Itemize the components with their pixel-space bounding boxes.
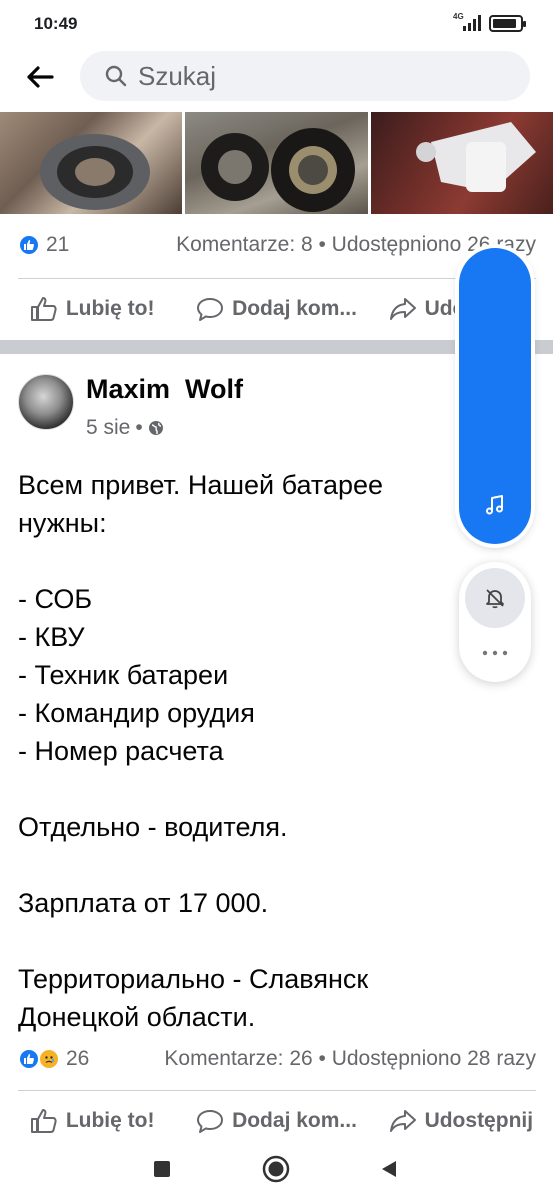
reactions-count: 21	[46, 233, 70, 256]
reactions-count: 26	[66, 1047, 90, 1070]
avatar[interactable]	[18, 374, 74, 430]
post-text-line	[18, 922, 448, 960]
share-button[interactable]: Udostępnij	[369, 1108, 553, 1134]
search-icon	[105, 65, 127, 87]
post-photo[interactable]	[185, 112, 368, 214]
post-photo[interactable]	[0, 112, 183, 214]
post-date[interactable]: 5 sie	[86, 416, 130, 440]
comment-label: Dodaj kom...	[232, 297, 357, 320]
author-name[interactable]: Maxim Wolf	[86, 374, 243, 405]
post-text-line: Зарплата от 17 000.	[18, 888, 269, 918]
status-bar: 10:49 4G	[0, 0, 553, 46]
post-text-line: Отдельно - водителя.	[18, 812, 288, 842]
home-circle-icon	[262, 1155, 290, 1183]
globe-icon	[148, 421, 163, 435]
square-icon	[154, 1161, 170, 1177]
post-header: Maxim Wolf 5 sie •	[18, 372, 438, 442]
post-text-line: нужны:	[18, 508, 107, 538]
network-label: 4G	[453, 12, 464, 21]
post-meta: 5 sie •	[86, 416, 164, 440]
header	[0, 46, 553, 110]
battery-icon	[489, 14, 526, 32]
like-button[interactable]: Lubię to!	[0, 1108, 184, 1134]
music-note-icon	[486, 495, 503, 515]
post-text-line: - Командир орудия	[18, 698, 255, 728]
status-icons: 4G	[451, 12, 526, 32]
comment-label: Dodaj kom...	[232, 1109, 357, 1132]
post-text-line: Территориально - Славянск	[18, 964, 369, 994]
status-time: 10:49	[34, 14, 78, 33]
reactions-summary[interactable]: 21 Komentarze: 8 • Udostępniono 26 razy	[18, 228, 536, 262]
search-bar[interactable]	[80, 51, 530, 101]
post-text-line	[18, 846, 448, 884]
comment-button[interactable]: Dodaj kom...	[184, 296, 368, 322]
photo-strip	[0, 112, 553, 214]
signal-icon: 4G	[451, 12, 481, 32]
post-photo[interactable]	[370, 112, 553, 214]
bell-off-icon	[486, 589, 504, 609]
floating-music-widget[interactable]	[459, 248, 531, 544]
divider	[18, 1090, 536, 1091]
reactions-count-group[interactable]: 21	[18, 233, 69, 257]
meta-dot: •	[135, 416, 143, 439]
post-text-line: - Техник батареи	[18, 660, 229, 690]
post-text-line: - Номер расчета	[18, 736, 224, 766]
share-icon	[389, 1110, 416, 1132]
sad-reaction-icon	[38, 1048, 60, 1070]
post-text-line: Всем привет. Нашей батарее	[18, 470, 384, 500]
floating-controls	[459, 562, 531, 682]
post-stats[interactable]: Komentarze: 26 • Udostępniono 28 razy	[164, 1047, 536, 1071]
post-text-line	[18, 770, 448, 808]
post-text-line	[18, 542, 448, 580]
comment-button[interactable]: Dodaj kom...	[184, 1108, 368, 1134]
more-options-button[interactable]	[473, 638, 517, 668]
like-reaction-icon	[18, 234, 40, 256]
reactions-summary[interactable]: 26 Komentarze: 26 • Udostępniono 28 razy	[18, 1042, 536, 1076]
like-reaction-icon	[18, 1048, 40, 1070]
thumbs-up-icon	[30, 1109, 57, 1133]
back-arrow-icon	[27, 66, 54, 88]
post-text-line: Донецкой области.	[18, 1002, 256, 1032]
home-button[interactable]	[261, 1154, 291, 1184]
triangle-back-icon	[382, 1161, 396, 1177]
share-label: Udostępnij	[424, 1109, 534, 1132]
mute-notifications-button[interactable]	[465, 568, 525, 628]
back-nav-button[interactable]	[374, 1154, 404, 1184]
back-button[interactable]	[20, 60, 60, 94]
reactions-count-group[interactable]: 26	[18, 1047, 89, 1071]
system-nav-bar	[0, 1134, 553, 1200]
comment-icon	[197, 298, 224, 321]
like-button[interactable]: Lubię to!	[0, 296, 184, 322]
share-icon	[389, 298, 416, 320]
like-label: Lubię to!	[65, 1109, 155, 1132]
post-text-line: - СОБ	[18, 584, 93, 614]
post-text-line: - КВУ	[18, 622, 85, 652]
battery-fill	[493, 18, 517, 28]
search-input[interactable]	[138, 60, 498, 92]
comment-icon	[197, 1110, 224, 1133]
recents-button[interactable]	[147, 1154, 177, 1184]
thumbs-up-icon	[30, 297, 57, 321]
more-dots-icon	[482, 650, 508, 656]
like-label: Lubię to!	[65, 297, 155, 320]
post-text: Всем привет. Нашей батарее нужны: - СОБ …	[18, 466, 448, 1036]
